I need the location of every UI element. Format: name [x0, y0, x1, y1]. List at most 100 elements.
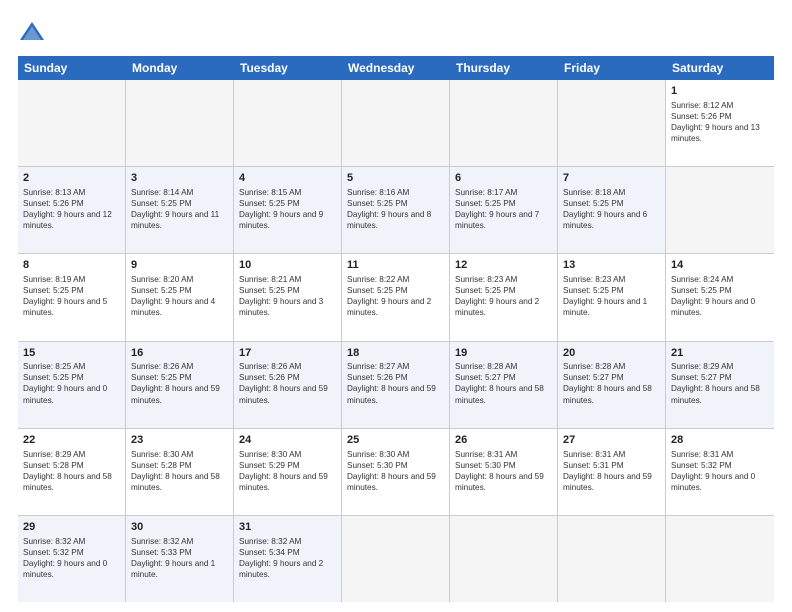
day-number: 27: [563, 433, 660, 448]
day-cell-16: 16Sunrise: 8:26 AM Sunset: 5:25 PM Dayli…: [126, 342, 234, 428]
day-cell-17: 17Sunrise: 8:26 AM Sunset: 5:26 PM Dayli…: [234, 342, 342, 428]
day-number: 7: [563, 171, 660, 186]
day-cell-21: 21Sunrise: 8:29 AM Sunset: 5:27 PM Dayli…: [666, 342, 774, 428]
day-cell-12: 12Sunrise: 8:23 AM Sunset: 5:25 PM Dayli…: [450, 254, 558, 340]
day-cell-15: 15Sunrise: 8:25 AM Sunset: 5:25 PM Dayli…: [18, 342, 126, 428]
header-day-sunday: Sunday: [18, 56, 126, 80]
day-number: 23: [131, 433, 228, 448]
day-number: 12: [455, 258, 552, 273]
day-info: Sunrise: 8:24 AM Sunset: 5:25 PM Dayligh…: [671, 274, 769, 318]
day-info: Sunrise: 8:31 AM Sunset: 5:32 PM Dayligh…: [671, 449, 769, 493]
day-info: Sunrise: 8:23 AM Sunset: 5:25 PM Dayligh…: [455, 274, 552, 318]
empty-cell: [666, 516, 774, 602]
day-info: Sunrise: 8:20 AM Sunset: 5:25 PM Dayligh…: [131, 274, 228, 318]
empty-cell: [558, 80, 666, 166]
day-number: 26: [455, 433, 552, 448]
day-cell-25: 25Sunrise: 8:30 AM Sunset: 5:30 PM Dayli…: [342, 429, 450, 515]
day-info: Sunrise: 8:29 AM Sunset: 5:28 PM Dayligh…: [23, 449, 120, 493]
day-cell-19: 19Sunrise: 8:28 AM Sunset: 5:27 PM Dayli…: [450, 342, 558, 428]
day-number: 14: [671, 258, 769, 273]
day-cell-11: 11Sunrise: 8:22 AM Sunset: 5:25 PM Dayli…: [342, 254, 450, 340]
day-info: Sunrise: 8:12 AM Sunset: 5:26 PM Dayligh…: [671, 100, 769, 144]
day-number: 22: [23, 433, 120, 448]
day-number: 10: [239, 258, 336, 273]
empty-cell: [18, 80, 126, 166]
day-cell-28: 28Sunrise: 8:31 AM Sunset: 5:32 PM Dayli…: [666, 429, 774, 515]
day-info: Sunrise: 8:16 AM Sunset: 5:25 PM Dayligh…: [347, 187, 444, 231]
day-number: 6: [455, 171, 552, 186]
day-cell-14: 14Sunrise: 8:24 AM Sunset: 5:25 PM Dayli…: [666, 254, 774, 340]
calendar-body: 1Sunrise: 8:12 AM Sunset: 5:26 PM Daylig…: [18, 80, 774, 602]
day-info: Sunrise: 8:21 AM Sunset: 5:25 PM Dayligh…: [239, 274, 336, 318]
day-cell-7: 7Sunrise: 8:18 AM Sunset: 5:25 PM Daylig…: [558, 167, 666, 253]
day-number: 8: [23, 258, 120, 273]
day-cell-9: 9Sunrise: 8:20 AM Sunset: 5:25 PM Daylig…: [126, 254, 234, 340]
day-info: Sunrise: 8:13 AM Sunset: 5:26 PM Dayligh…: [23, 187, 120, 231]
day-info: Sunrise: 8:25 AM Sunset: 5:25 PM Dayligh…: [23, 361, 120, 405]
day-number: 2: [23, 171, 120, 186]
calendar-week-1: 1Sunrise: 8:12 AM Sunset: 5:26 PM Daylig…: [18, 80, 774, 167]
day-cell-31: 31Sunrise: 8:32 AM Sunset: 5:34 PM Dayli…: [234, 516, 342, 602]
day-info: Sunrise: 8:27 AM Sunset: 5:26 PM Dayligh…: [347, 361, 444, 405]
page: SundayMondayTuesdayWednesdayThursdayFrid…: [0, 0, 792, 612]
day-number: 15: [23, 346, 120, 361]
day-cell-10: 10Sunrise: 8:21 AM Sunset: 5:25 PM Dayli…: [234, 254, 342, 340]
day-number: 11: [347, 258, 444, 273]
day-cell-24: 24Sunrise: 8:30 AM Sunset: 5:29 PM Dayli…: [234, 429, 342, 515]
day-cell-3: 3Sunrise: 8:14 AM Sunset: 5:25 PM Daylig…: [126, 167, 234, 253]
day-cell-27: 27Sunrise: 8:31 AM Sunset: 5:31 PM Dayli…: [558, 429, 666, 515]
day-info: Sunrise: 8:23 AM Sunset: 5:25 PM Dayligh…: [563, 274, 660, 318]
day-info: Sunrise: 8:26 AM Sunset: 5:26 PM Dayligh…: [239, 361, 336, 405]
day-number: 5: [347, 171, 444, 186]
day-info: Sunrise: 8:26 AM Sunset: 5:25 PM Dayligh…: [131, 361, 228, 405]
day-info: Sunrise: 8:31 AM Sunset: 5:30 PM Dayligh…: [455, 449, 552, 493]
day-info: Sunrise: 8:18 AM Sunset: 5:25 PM Dayligh…: [563, 187, 660, 231]
calendar-week-6: 29Sunrise: 8:32 AM Sunset: 5:32 PM Dayli…: [18, 516, 774, 602]
calendar-week-5: 22Sunrise: 8:29 AM Sunset: 5:28 PM Dayli…: [18, 429, 774, 516]
day-cell-8: 8Sunrise: 8:19 AM Sunset: 5:25 PM Daylig…: [18, 254, 126, 340]
header-day-tuesday: Tuesday: [234, 56, 342, 80]
header-day-thursday: Thursday: [450, 56, 558, 80]
day-cell-13: 13Sunrise: 8:23 AM Sunset: 5:25 PM Dayli…: [558, 254, 666, 340]
day-info: Sunrise: 8:19 AM Sunset: 5:25 PM Dayligh…: [23, 274, 120, 318]
day-number: 28: [671, 433, 769, 448]
day-number: 3: [131, 171, 228, 186]
day-info: Sunrise: 8:17 AM Sunset: 5:25 PM Dayligh…: [455, 187, 552, 231]
day-info: Sunrise: 8:28 AM Sunset: 5:27 PM Dayligh…: [563, 361, 660, 405]
day-cell-30: 30Sunrise: 8:32 AM Sunset: 5:33 PM Dayli…: [126, 516, 234, 602]
header-day-saturday: Saturday: [666, 56, 774, 80]
day-number: 31: [239, 520, 336, 535]
calendar-week-2: 2Sunrise: 8:13 AM Sunset: 5:26 PM Daylig…: [18, 167, 774, 254]
day-number: 1: [671, 84, 769, 99]
day-info: Sunrise: 8:14 AM Sunset: 5:25 PM Dayligh…: [131, 187, 228, 231]
day-info: Sunrise: 8:15 AM Sunset: 5:25 PM Dayligh…: [239, 187, 336, 231]
empty-cell: [342, 80, 450, 166]
day-number: 16: [131, 346, 228, 361]
empty-cell: [558, 516, 666, 602]
empty-cell: [234, 80, 342, 166]
day-info: Sunrise: 8:32 AM Sunset: 5:33 PM Dayligh…: [131, 536, 228, 580]
day-info: Sunrise: 8:32 AM Sunset: 5:32 PM Dayligh…: [23, 536, 120, 580]
day-number: 19: [455, 346, 552, 361]
calendar-week-3: 8Sunrise: 8:19 AM Sunset: 5:25 PM Daylig…: [18, 254, 774, 341]
day-info: Sunrise: 8:28 AM Sunset: 5:27 PM Dayligh…: [455, 361, 552, 405]
header-day-wednesday: Wednesday: [342, 56, 450, 80]
empty-cell: [450, 80, 558, 166]
logo: [18, 18, 50, 46]
day-cell-22: 22Sunrise: 8:29 AM Sunset: 5:28 PM Dayli…: [18, 429, 126, 515]
day-cell-1: 1Sunrise: 8:12 AM Sunset: 5:26 PM Daylig…: [666, 80, 774, 166]
day-number: 20: [563, 346, 660, 361]
logo-icon: [18, 18, 46, 46]
day-number: 18: [347, 346, 444, 361]
empty-cell: [342, 516, 450, 602]
day-cell-18: 18Sunrise: 8:27 AM Sunset: 5:26 PM Dayli…: [342, 342, 450, 428]
calendar-header: SundayMondayTuesdayWednesdayThursdayFrid…: [18, 56, 774, 80]
empty-cell: [126, 80, 234, 166]
day-info: Sunrise: 8:30 AM Sunset: 5:30 PM Dayligh…: [347, 449, 444, 493]
day-info: Sunrise: 8:32 AM Sunset: 5:34 PM Dayligh…: [239, 536, 336, 580]
day-cell-4: 4Sunrise: 8:15 AM Sunset: 5:25 PM Daylig…: [234, 167, 342, 253]
day-info: Sunrise: 8:30 AM Sunset: 5:28 PM Dayligh…: [131, 449, 228, 493]
day-info: Sunrise: 8:29 AM Sunset: 5:27 PM Dayligh…: [671, 361, 769, 405]
day-cell-2: 2Sunrise: 8:13 AM Sunset: 5:26 PM Daylig…: [18, 167, 126, 253]
day-number: 29: [23, 520, 120, 535]
